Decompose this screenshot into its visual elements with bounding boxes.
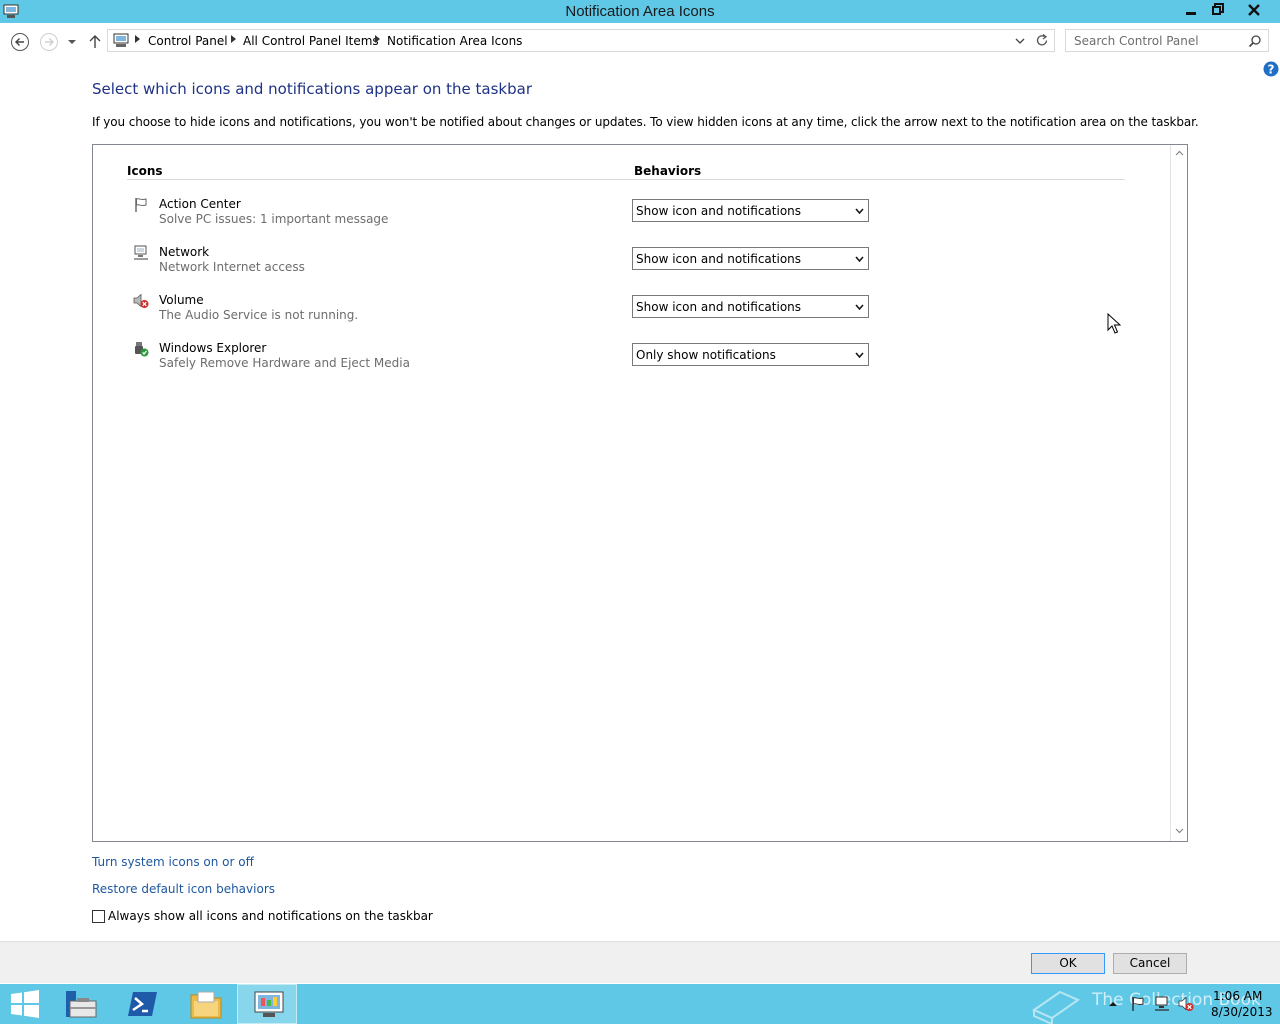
cancel-button[interactable]: Cancel [1113, 953, 1187, 974]
behavior-dropdown-windows-explorer[interactable]: Only show notifications [632, 343, 869, 366]
close-icon [1248, 4, 1260, 16]
item-description: The Audio Service is not running. [159, 308, 359, 322]
item-name: Volume [159, 293, 204, 307]
tray-network-icon[interactable] [1154, 996, 1170, 1012]
search-icon[interactable] [1248, 34, 1262, 48]
help-icon[interactable]: ? [1263, 61, 1279, 77]
recent-locations-chevron-icon[interactable] [66, 36, 78, 48]
title-bar: Notification Area Icons [0, 0, 1280, 23]
restore-icon [1211, 3, 1224, 15]
computer-icon [113, 33, 129, 47]
clock-time[interactable]: 1:06 AM [1213, 989, 1262, 1003]
taskbar: The Collection Book 1:06 AM 8/30/2013 [0, 984, 1280, 1024]
address-bar[interactable]: Control Panel All Control Panel Items No… [107, 29, 1055, 52]
item-name: Action Center [159, 197, 241, 211]
volume-muted-icon [133, 293, 149, 308]
close-button[interactable] [1231, 0, 1277, 21]
taskbar-powershell[interactable] [113, 984, 173, 1024]
behavior-dropdown-volume[interactable]: Show icon and notifications [632, 295, 869, 318]
powershell-icon [128, 992, 157, 1016]
breadcrumb-control-panel[interactable]: Control Panel [148, 34, 228, 48]
usb-safe-remove-icon [135, 342, 149, 357]
header-divider [127, 179, 1125, 180]
svg-text:?: ? [1268, 63, 1275, 77]
breadcrumb-separator-icon[interactable] [375, 35, 380, 43]
dialog-footer: OK Cancel [0, 941, 1280, 983]
window-title: Notification Area Icons [565, 3, 715, 20]
taskbar-file-explorer[interactable] [175, 984, 235, 1024]
restore-button[interactable] [1204, 0, 1231, 21]
start-button[interactable] [0, 984, 50, 1024]
up-arrow-icon[interactable] [87, 33, 103, 50]
control-panel-icon [254, 991, 284, 1017]
restore-default-behaviors-link[interactable]: Restore default icon behaviors [92, 882, 275, 896]
flag-icon [135, 198, 147, 212]
taskbar-control-panel[interactable] [237, 984, 297, 1024]
column-header-behaviors: Behaviors [634, 164, 702, 178]
turn-system-icons-link[interactable]: Turn system icons on or off [92, 855, 254, 869]
windows-logo-icon [11, 990, 39, 1018]
search-box[interactable] [1065, 29, 1269, 52]
behavior-dropdown-action-center[interactable]: Show icon and notifications [632, 199, 869, 222]
behavior-dropdown-network[interactable]: Show icon and notifications [632, 247, 869, 270]
behavior-value: Show icon and notifications [636, 300, 802, 314]
address-dropdown-icon[interactable] [1015, 36, 1025, 46]
ok-button[interactable]: OK [1031, 953, 1105, 974]
list-item: Volume The Audio Service is not running.… [129, 293, 889, 333]
behavior-value: Show icon and notifications [636, 204, 802, 218]
chevron-down-icon [855, 208, 864, 215]
taskbar-server-manager[interactable] [50, 984, 110, 1024]
behavior-value: Show icon and notifications [636, 252, 802, 266]
network-icon [134, 245, 148, 260]
behavior-value: Only show notifications [636, 348, 776, 362]
vertical-scrollbar[interactable] [1170, 145, 1187, 841]
back-arrow-icon[interactable] [10, 32, 30, 52]
forward-arrow-icon[interactable] [39, 32, 59, 52]
item-name: Windows Explorer [159, 341, 267, 355]
tray-volume-muted-icon[interactable] [1178, 996, 1194, 1012]
refresh-icon[interactable] [1035, 33, 1049, 48]
watermark-book-icon [1031, 990, 1081, 1024]
server-manager-icon [66, 991, 97, 1018]
mouse-pointer-icon [1107, 313, 1121, 334]
list-item: Network Network Internet access Show ico… [129, 245, 889, 285]
show-hidden-icons-chevron-icon[interactable] [1108, 1000, 1118, 1007]
search-input[interactable] [1066, 30, 1246, 51]
icons-list-panel: Icons Behaviors Action Center Solve PC i… [92, 144, 1188, 842]
list-item: Action Center Solve PC issues: 1 importa… [129, 197, 889, 237]
item-description: Network Internet access [159, 260, 305, 274]
tray-flag-icon[interactable] [1130, 996, 1146, 1012]
column-header-icons: Icons [127, 164, 163, 178]
minimize-icon [1185, 12, 1196, 15]
navigation-bar: Control Panel All Control Panel Items No… [0, 23, 1280, 59]
always-show-checkbox[interactable] [92, 910, 105, 923]
item-name: Network [159, 245, 210, 259]
scroll-up-arrow-icon[interactable] [1175, 150, 1184, 156]
chevron-down-icon [855, 304, 864, 311]
clock-date[interactable]: 8/30/2013 [1211, 1005, 1273, 1019]
breadcrumb-separator-icon[interactable] [231, 35, 236, 43]
folder-icon [190, 991, 222, 1019]
chevron-down-icon [855, 352, 864, 359]
breadcrumb-notification-area-icons[interactable]: Notification Area Icons [387, 34, 522, 48]
intro-text: If you choose to hide icons and notifica… [92, 115, 1199, 129]
item-description: Safely Remove Hardware and Eject Media [159, 356, 410, 370]
breadcrumb-all-items[interactable]: All Control Panel Items [243, 34, 379, 48]
chevron-down-icon [855, 256, 864, 263]
item-description: Solve PC issues: 1 important message [159, 212, 389, 226]
minimize-button[interactable] [1177, 0, 1204, 21]
always-show-label[interactable]: Always show all icons and notifications … [108, 909, 433, 923]
list-item: Windows Explorer Safely Remove Hardware … [129, 341, 889, 381]
breadcrumb-separator-icon[interactable] [135, 35, 140, 43]
page-title: Select which icons and notifications app… [92, 80, 532, 98]
scroll-down-arrow-icon[interactable] [1175, 828, 1184, 834]
